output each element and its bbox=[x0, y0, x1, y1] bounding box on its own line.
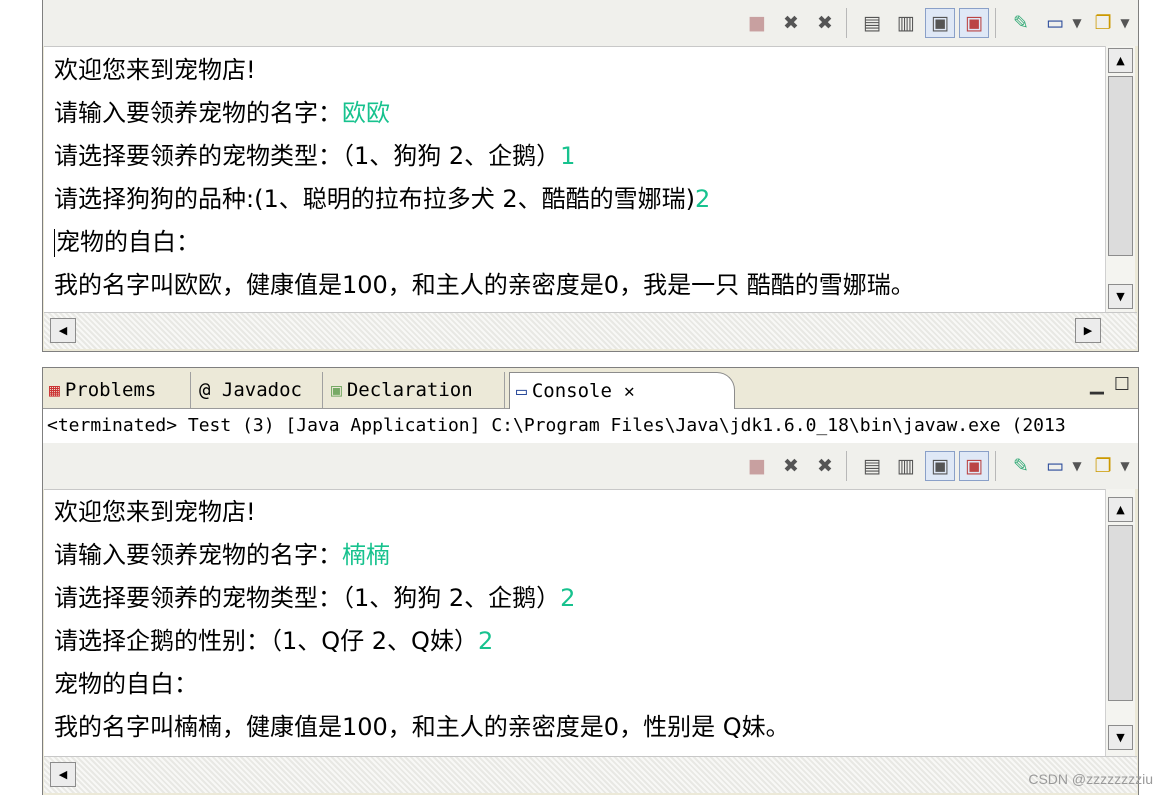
scroll-left-icon[interactable]: ◀ bbox=[50, 318, 76, 343]
console-line: 请选择要领养的宠物类型：（1、狗狗 2、企鹅）1 bbox=[54, 142, 576, 170]
scrollbar-thumb[interactable] bbox=[1108, 525, 1133, 701]
tab-javadoc[interactable]: @ Javadoc bbox=[193, 372, 323, 408]
console-line: 请选择狗狗的品种:(1、聪明的拉布拉多犬 2、酷酷的雪娜瑞)2 bbox=[54, 185, 711, 213]
scroll-down-icon[interactable]: ▼ bbox=[1108, 725, 1133, 750]
console-line: 请输入要领养宠物的名字：楠楠 bbox=[54, 541, 390, 569]
console-line: 请输入要领养宠物的名字：欧欧 bbox=[54, 99, 390, 127]
open-console-dropdown-icon[interactable]: ▼ bbox=[1118, 451, 1132, 481]
remove-all-icon[interactable]: ✖ bbox=[810, 451, 840, 481]
vertical-scrollbar[interactable]: ▲ ▼ bbox=[1105, 489, 1135, 756]
console-output[interactable]: 欢迎您来到宠物店! 请输入要领养宠物的名字：楠楠 请选择要领养的宠物类型：（1、… bbox=[44, 489, 1105, 757]
terminate-icon[interactable]: ■ bbox=[742, 8, 772, 38]
watermark: CSDN @zzzzzzzziu bbox=[1028, 771, 1153, 787]
display-console-icon[interactable]: ▭ bbox=[1040, 451, 1070, 481]
tab-problems[interactable]: ▦ Problems bbox=[43, 372, 191, 408]
open-console-icon[interactable]: ❐ bbox=[1088, 451, 1118, 481]
scroll-right-icon[interactable]: ▶ bbox=[1075, 318, 1101, 343]
show-stderr-icon[interactable]: ▣ bbox=[959, 8, 989, 38]
show-stdout-icon[interactable]: ▥ bbox=[891, 451, 921, 481]
view-tab-bar: ▦ Problems @ Javadoc ▣ Declaration ▭ Con… bbox=[43, 368, 1138, 409]
console-line: 请选择要领养的宠物类型：（1、狗狗 2、企鹅）2 bbox=[54, 584, 576, 612]
toolbar-separator bbox=[995, 8, 996, 38]
terminate-icon[interactable]: ■ bbox=[742, 451, 772, 481]
scroll-down-icon[interactable]: ▼ bbox=[1108, 284, 1133, 309]
console-view-top: ■ ✖ ✖ ▤ ▥ ▣ ▣ ✎ ▭ ▼ ❐ ▼ 欢迎您来到宠物店! 请输入要领养… bbox=[42, 0, 1139, 352]
scroll-up-icon[interactable]: ▲ bbox=[1108, 48, 1133, 73]
open-console-dropdown-icon[interactable]: ▼ bbox=[1118, 8, 1132, 38]
remove-launch-icon[interactable]: ✖ bbox=[776, 451, 806, 481]
close-icon[interactable]: ✕ bbox=[624, 381, 635, 402]
console-output[interactable]: 欢迎您来到宠物店! 请输入要领养宠物的名字：欧欧 请选择要领养的宠物类型：（1、… bbox=[44, 46, 1105, 313]
horizontal-scrollbar[interactable]: ◀ ▶ bbox=[44, 312, 1137, 349]
scroll-up-icon[interactable]: ▲ bbox=[1108, 497, 1133, 522]
display-console-dropdown-icon[interactable]: ▼ bbox=[1070, 8, 1084, 38]
show-stderr-icon[interactable]: ▣ bbox=[959, 451, 989, 481]
toolbar-separator bbox=[846, 451, 847, 481]
problems-icon: ▦ bbox=[49, 379, 60, 401]
toolbar-separator bbox=[846, 8, 847, 38]
remove-launch-icon[interactable]: ✖ bbox=[776, 8, 806, 38]
scroll-left-icon[interactable]: ◀ bbox=[50, 762, 76, 787]
horizontal-scrollbar[interactable]: ◀ bbox=[44, 756, 1137, 793]
vertical-scrollbar[interactable]: ▲ ▼ bbox=[1105, 46, 1135, 312]
maximize-icon[interactable]: ☐ bbox=[1114, 374, 1130, 395]
console-line: 宠物的自白： bbox=[54, 670, 198, 698]
display-console-dropdown-icon[interactable]: ▼ bbox=[1070, 451, 1084, 481]
show-stdout-toggle-icon[interactable]: ▣ bbox=[925, 451, 955, 481]
console-icon: ▭ bbox=[516, 380, 527, 402]
display-console-icon[interactable]: ▭ bbox=[1040, 8, 1070, 38]
console-toolbar: ■ ✖ ✖ ▤ ▥ ▣ ▣ ✎ ▭ ▼ ❐ ▼ bbox=[43, 443, 1138, 489]
scroll-lock-icon[interactable]: ▤ bbox=[857, 451, 887, 481]
text-caret bbox=[54, 229, 55, 257]
console-toolbar: ■ ✖ ✖ ▤ ▥ ▣ ▣ ✎ ▭ ▼ ❐ ▼ bbox=[43, 0, 1138, 46]
minimize-icon[interactable]: ▁ bbox=[1090, 374, 1104, 395]
console-line: 我的名字叫楠楠，健康值是100，和主人的亲密度是0，性别是 Q妹。 bbox=[54, 713, 790, 741]
remove-all-icon[interactable]: ✖ bbox=[810, 8, 840, 38]
console-line: 欢迎您来到宠物店! bbox=[54, 56, 256, 84]
console-view-bottom: ▦ Problems @ Javadoc ▣ Declaration ▭ Con… bbox=[42, 367, 1139, 795]
show-stdout-icon[interactable]: ▥ bbox=[891, 8, 921, 38]
console-line: 欢迎您来到宠物店! bbox=[54, 498, 256, 526]
declaration-icon: ▣ bbox=[331, 379, 342, 401]
tab-console[interactable]: ▭ Console ✕ bbox=[509, 372, 735, 409]
pin-console-icon[interactable]: ✎ bbox=[1006, 451, 1036, 481]
launch-status: <terminated> Test (3) [Java Application]… bbox=[43, 409, 1138, 444]
open-console-icon[interactable]: ❐ bbox=[1088, 8, 1118, 38]
tab-declaration[interactable]: ▣ Declaration bbox=[325, 372, 505, 408]
scrollbar-thumb[interactable] bbox=[1108, 76, 1133, 256]
scroll-lock-icon[interactable]: ▤ bbox=[857, 8, 887, 38]
show-stdout-toggle-icon[interactable]: ▣ bbox=[925, 8, 955, 38]
console-line: 请选择企鹅的性别：（1、Q仔 2、Q妹）2 bbox=[54, 627, 494, 655]
pin-console-icon[interactable]: ✎ bbox=[1006, 8, 1036, 38]
console-line: 宠物的自白： bbox=[54, 228, 200, 257]
console-line: 我的名字叫欧欧，健康值是100，和主人的亲密度是0，我是一只 酷酷的雪娜瑞。 bbox=[54, 271, 915, 299]
toolbar-separator bbox=[995, 451, 996, 481]
